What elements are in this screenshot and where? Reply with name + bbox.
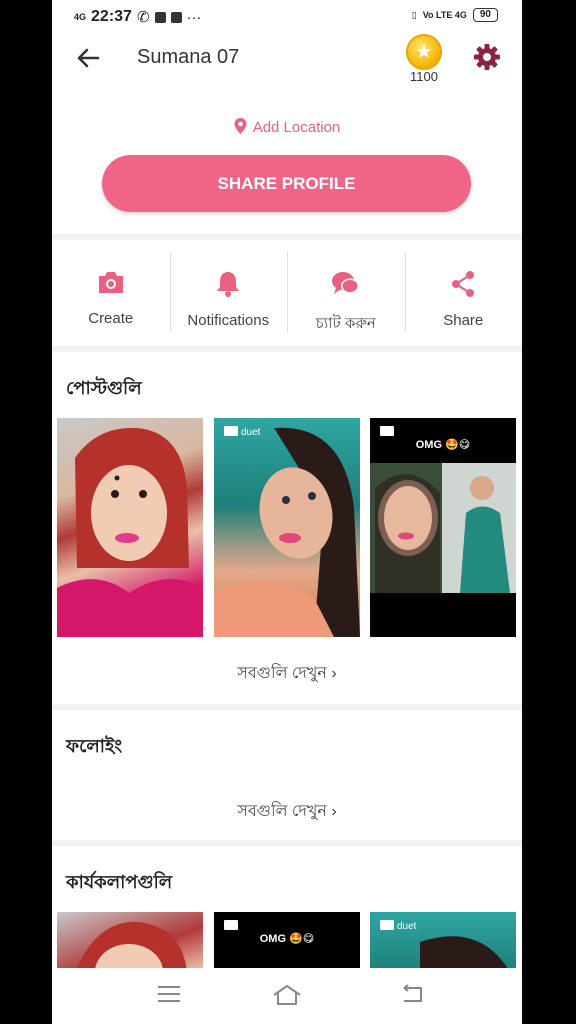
network-type: Vo LTE 4G (422, 10, 467, 20)
add-location-label: Add Location (252, 119, 341, 136)
following-title: ফলোইং (66, 736, 123, 756)
activity-thumbnail[interactable]: OMG 🤩😋 (214, 912, 360, 972)
home-icon[interactable] (272, 984, 302, 1006)
portrait-image (75, 921, 187, 972)
coin-count: 1100 (410, 69, 438, 84)
action-label: Create (88, 310, 134, 327)
video-camera-icon (380, 426, 394, 436)
back-arrow-icon[interactable] (74, 44, 102, 72)
posts-see-all-link[interactable]: সবগুলি দেখুন › (52, 660, 522, 687)
activities-title: কার্যকলাপগুলি (66, 872, 173, 892)
video-camera-icon (224, 920, 238, 930)
chat-icon (331, 272, 359, 294)
video-camera-icon (224, 426, 238, 436)
status-bar: 4G 22:37 ✆ ··· ▯ Vo LTE 4G 90 (52, 0, 522, 34)
following-see-all-link[interactable]: সবগুলি দেখুন › (52, 798, 522, 825)
video-badge (224, 920, 241, 932)
duet-badge: duet (380, 920, 416, 932)
location-pin-icon (234, 118, 247, 134)
following-section: ফলোইং সবগুলি দেখুন › (52, 710, 522, 840)
notifications-action[interactable]: Notifications (169, 240, 288, 346)
top-header: Sumana 07 ★ 1100 (52, 34, 522, 98)
more-notifications: ··· (186, 8, 202, 26)
phone-icon: ✆ (136, 9, 150, 26)
coin-icon[interactable]: ★ (406, 34, 442, 70)
app-screen: 4G 22:37 ✆ ··· ▯ Vo LTE 4G 90 Sumana 07 … (52, 0, 522, 1024)
vibrate-icon: ▯ (411, 9, 417, 20)
create-action[interactable]: Create (52, 240, 170, 346)
portrait-image (57, 427, 203, 637)
omg-caption: OMG 🤩😋 (415, 439, 471, 451)
activities-section: কার্যকলাপগুলি OMG 🤩😋 duet (52, 846, 522, 976)
action-label: Notifications (187, 312, 270, 329)
battery-indicator: 90 (472, 8, 498, 22)
post-thumbnail[interactable] (57, 418, 203, 637)
share-icon (452, 271, 475, 297)
system-nav-bar (52, 968, 522, 1024)
action-row: Create Notifications চ্যাট করুন Share (52, 240, 522, 346)
clock: 22:37 (91, 8, 132, 25)
post-thumbnail[interactable]: OMG 🤩😋 (370, 418, 516, 637)
profile-card: Add Location SHARE PROFILE (52, 98, 522, 234)
camera-icon (98, 272, 123, 293)
menu-icon[interactable] (157, 984, 181, 1004)
settings-gear-icon[interactable] (472, 42, 502, 72)
video-badge (380, 426, 397, 438)
mail-icon (170, 11, 182, 23)
video-camera-icon (380, 920, 394, 930)
back-nav-icon[interactable] (400, 984, 424, 1004)
network-indicator: 4G (74, 12, 87, 22)
portrait-image (214, 427, 360, 637)
action-label: চ্যাট করুন (315, 315, 376, 332)
activity-thumbnail[interactable] (57, 912, 203, 972)
posts-title: পোস্টগুলি (66, 378, 142, 398)
bell-icon (217, 272, 240, 297)
page-title: Sumana 07 (137, 46, 240, 68)
add-location-link[interactable]: Add Location (52, 118, 522, 136)
post-thumbnail[interactable]: duet (214, 418, 360, 637)
share-profile-button[interactable]: SHARE PROFILE (102, 155, 471, 212)
action-label: Share (443, 312, 484, 329)
notification-icon (154, 11, 166, 23)
share-action[interactable]: Share (404, 240, 523, 346)
activity-thumbnail[interactable]: duet (370, 912, 516, 972)
posts-section: পোস্টগুলি duet OMG 🤩😋 সবগুলি দেখুন › (52, 352, 522, 704)
chat-action[interactable]: চ্যাট করুন (287, 240, 405, 346)
duet-badge: duet (224, 426, 260, 438)
omg-caption: OMG 🤩😋 (259, 933, 315, 945)
